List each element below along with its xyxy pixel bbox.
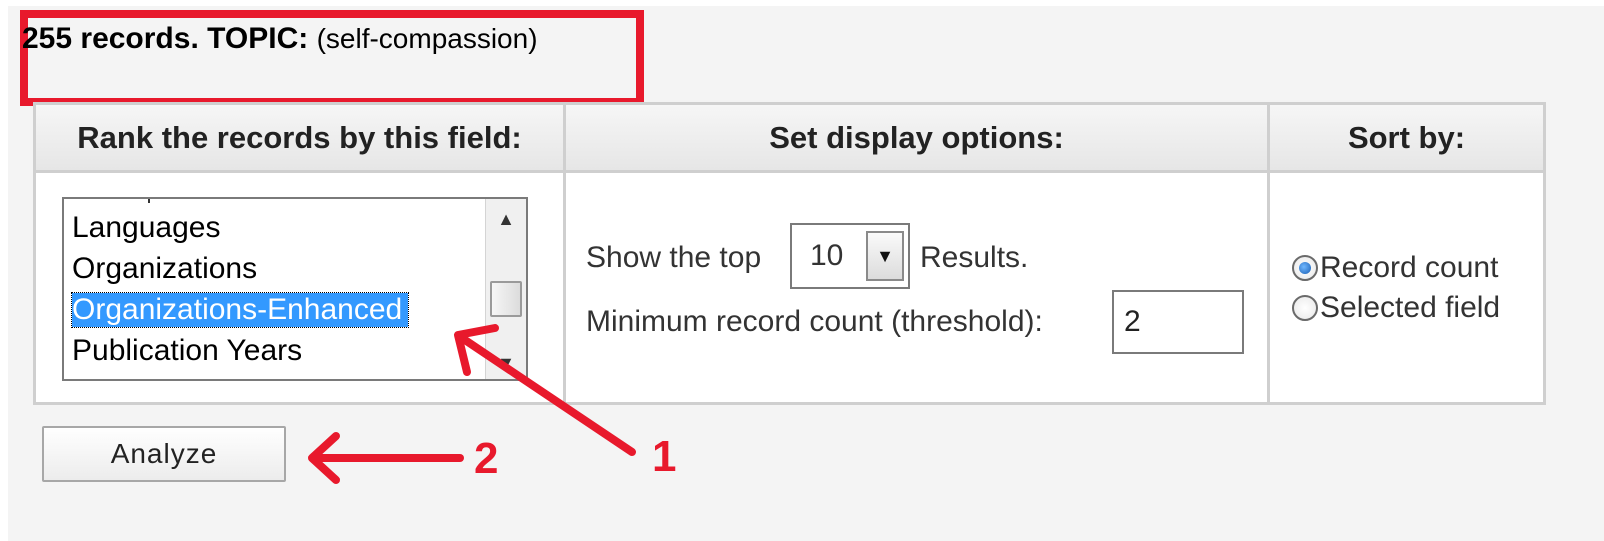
annotation-arrows xyxy=(308,324,636,484)
annotation-step-2: 2 xyxy=(474,434,499,483)
annotation-step-1: 1 xyxy=(652,432,677,481)
